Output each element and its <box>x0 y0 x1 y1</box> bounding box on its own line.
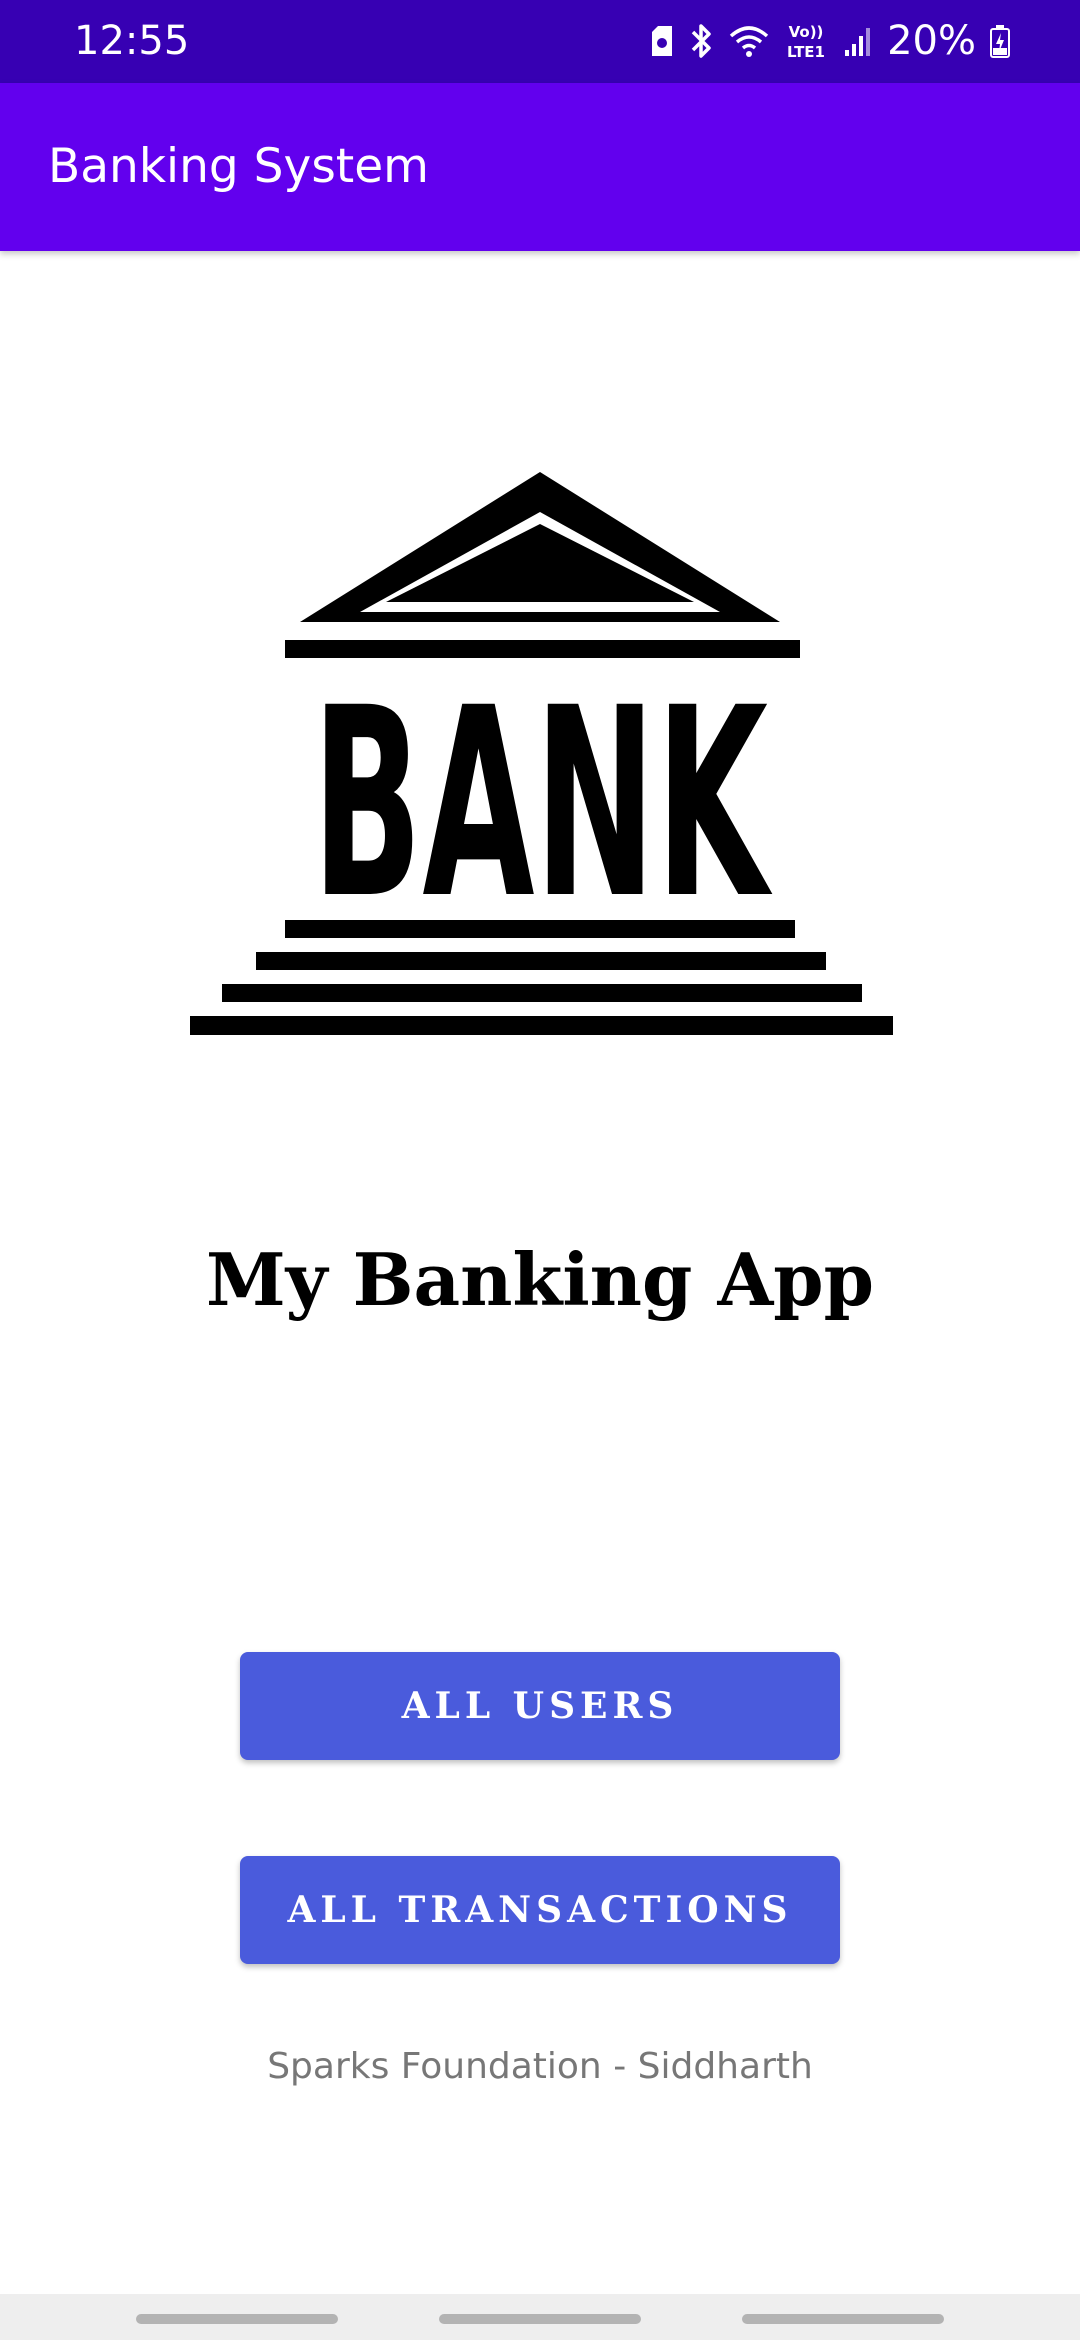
nav-home-button[interactable] <box>439 2314 641 2324</box>
all-users-button[interactable]: ALL USERS <box>240 1652 840 1760</box>
status-icons: Vo)) LTE1 20% <box>649 14 1010 68</box>
status-bar: 12:55 Vo)) LTE1 20% <box>0 0 1080 83</box>
app-title: Banking System <box>48 139 429 194</box>
bluetooth-icon <box>691 24 711 58</box>
signal-icon <box>845 28 871 56</box>
network-label-bottom: LTE1 <box>787 43 825 61</box>
app-bar: Banking System <box>0 83 1080 251</box>
battery-charging-icon <box>990 25 1010 58</box>
footer-credit: Sparks Foundation - Siddharth <box>267 2046 813 2087</box>
nav-back-button[interactable] <box>742 2314 944 2324</box>
network-label-top: Vo)) <box>789 23 824 41</box>
sim-manager-icon <box>652 26 673 56</box>
all-transactions-button[interactable]: ALL TRANSACTIONS <box>240 1856 840 1964</box>
navigation-bar <box>0 2294 1080 2340</box>
nav-recents-button[interactable] <box>136 2314 338 2324</box>
battery-percent: 20% <box>887 18 976 64</box>
bank-logo-text: BANK <box>312 653 773 956</box>
volte-icon: Vo)) LTE1 <box>787 23 825 61</box>
bank-building-icon: BANK <box>190 472 893 1035</box>
status-time: 12:55 <box>74 18 190 64</box>
app-heading: My Banking App <box>205 1237 874 1322</box>
wifi-icon <box>729 26 769 57</box>
